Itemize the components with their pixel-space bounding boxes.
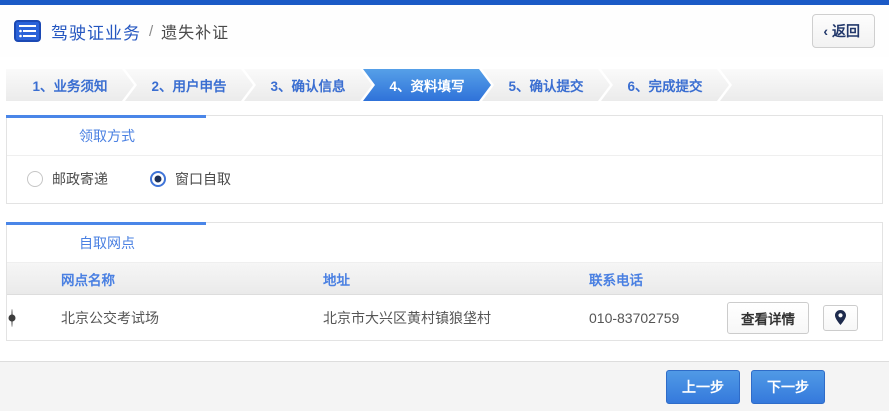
column-header-outlet-name: 网点名称 [61, 272, 115, 288]
radio-option-label: 窗口自取 [175, 171, 231, 187]
license-business-icon [14, 20, 41, 42]
location-pin-icon [835, 310, 846, 325]
page-header: 驾驶证业务 / 遗失补证 ‹ 返回 [0, 5, 889, 57]
pickup-method-options: 邮政寄递 窗口自取 [7, 156, 882, 203]
column-header-address: 地址 [323, 272, 350, 288]
step-6-complete-submit[interactable]: 6、完成提交 [601, 69, 729, 101]
step-2-user-declaration[interactable]: 2、用户申告 [125, 69, 253, 101]
next-step-button[interactable]: 下一步 [751, 369, 825, 404]
step-5-confirm-submit[interactable]: 5、确认提交 [482, 69, 610, 101]
back-button[interactable]: ‹ 返回 [812, 14, 875, 48]
outlet-table-row: 北京公交考试场 北京市大兴区黄村镇狼垡村 010-83702759 查看详情 [7, 295, 882, 340]
step-progress-bar: 1、业务须知 2、用户申告 3、确认信息 4、资料填写 5、确认提交 6、完成提… [6, 69, 883, 101]
column-header-phone: 联系电话 [589, 272, 643, 288]
breadcrumb-separator: / [149, 22, 154, 40]
step-3-confirm-info[interactable]: 3、确认信息 [244, 69, 372, 101]
step-4-fill-in-data[interactable]: 4、资料填写 [363, 69, 491, 101]
step-bar-filler [720, 69, 883, 101]
radio-unselected-icon[interactable] [27, 171, 43, 187]
row-radio-selected-icon[interactable] [11, 308, 13, 327]
pickup-method-title: 领取方式 [7, 116, 882, 156]
outlet-phone-cell: 010-83702759 [589, 309, 680, 326]
outlet-actions-cell: 查看详情 [727, 301, 882, 334]
map-location-button[interactable] [823, 304, 858, 331]
wizard-footer: 上一步 下一步 [0, 361, 889, 411]
pickup-outlets-section: 自取网点 网点名称 地址 联系电话 北京公交考试场 北京市大兴区黄村镇狼垡村 0… [6, 222, 883, 341]
outlet-address-cell: 北京市大兴区黄村镇狼垡村 [323, 309, 491, 326]
outlet-name-cell: 北京公交考试场 [61, 309, 159, 326]
page-title: 驾驶证业务 [51, 23, 141, 43]
view-details-button[interactable]: 查看详情 [727, 301, 809, 334]
radio-selected-icon[interactable] [150, 171, 166, 187]
radio-option-window-pickup[interactable]: 窗口自取 [150, 169, 231, 189]
outlets-table-header: 网点名称 地址 联系电话 [7, 263, 882, 295]
breadcrumb-current: 遗失补证 [161, 25, 230, 42]
pickup-outlets-title: 自取网点 [7, 223, 882, 263]
step-1-business-notice[interactable]: 1、业务须知 [6, 69, 134, 101]
pickup-method-section: 领取方式 邮政寄递 窗口自取 [6, 115, 883, 204]
radio-option-label: 邮政寄递 [52, 171, 108, 187]
back-chevron-icon: ‹ [823, 23, 828, 39]
back-button-label: 返回 [832, 23, 860, 39]
row-radio-cell [7, 308, 61, 327]
radio-option-postal-delivery[interactable]: 邮政寄递 [27, 169, 108, 189]
previous-step-button[interactable]: 上一步 [666, 369, 740, 404]
